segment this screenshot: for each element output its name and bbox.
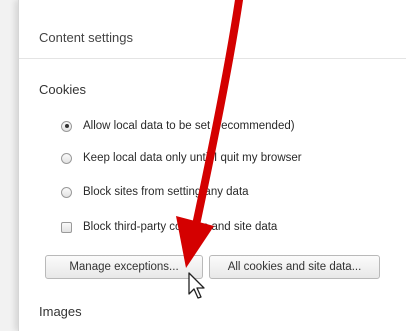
- radio-keep-until-quit[interactable]: Keep local data only until I quit my bro…: [61, 150, 302, 166]
- radio-button[interactable]: [61, 152, 72, 164]
- radio-button-selected[interactable]: [61, 120, 72, 132]
- cookies-heading: Cookies: [39, 82, 86, 97]
- checkbox[interactable]: [61, 221, 72, 233]
- title-divider: [19, 58, 406, 59]
- radio-label: Keep local data only until I quit my bro…: [83, 152, 302, 164]
- radio-button[interactable]: [61, 186, 72, 198]
- page-title: Content settings: [39, 30, 133, 45]
- all-cookies-button[interactable]: All cookies and site data...: [209, 255, 380, 279]
- checkbox-block-third-party[interactable]: Block third-party cookies and site data: [61, 219, 277, 235]
- radio-allow-local-data[interactable]: Allow local data to be set (recommended): [61, 118, 295, 134]
- manage-exceptions-button[interactable]: Manage exceptions...: [45, 255, 203, 279]
- radio-label: Block sites from setting any data: [83, 186, 249, 198]
- checkbox-label: Block third-party cookies and site data: [83, 221, 278, 233]
- radio-label: Allow local data to be set (recommended): [83, 120, 295, 132]
- images-heading: Images: [39, 304, 82, 319]
- radio-block-sites[interactable]: Block sites from setting any data: [61, 184, 249, 200]
- content-settings-panel: Content settings Cookies Allow local dat…: [18, 0, 406, 331]
